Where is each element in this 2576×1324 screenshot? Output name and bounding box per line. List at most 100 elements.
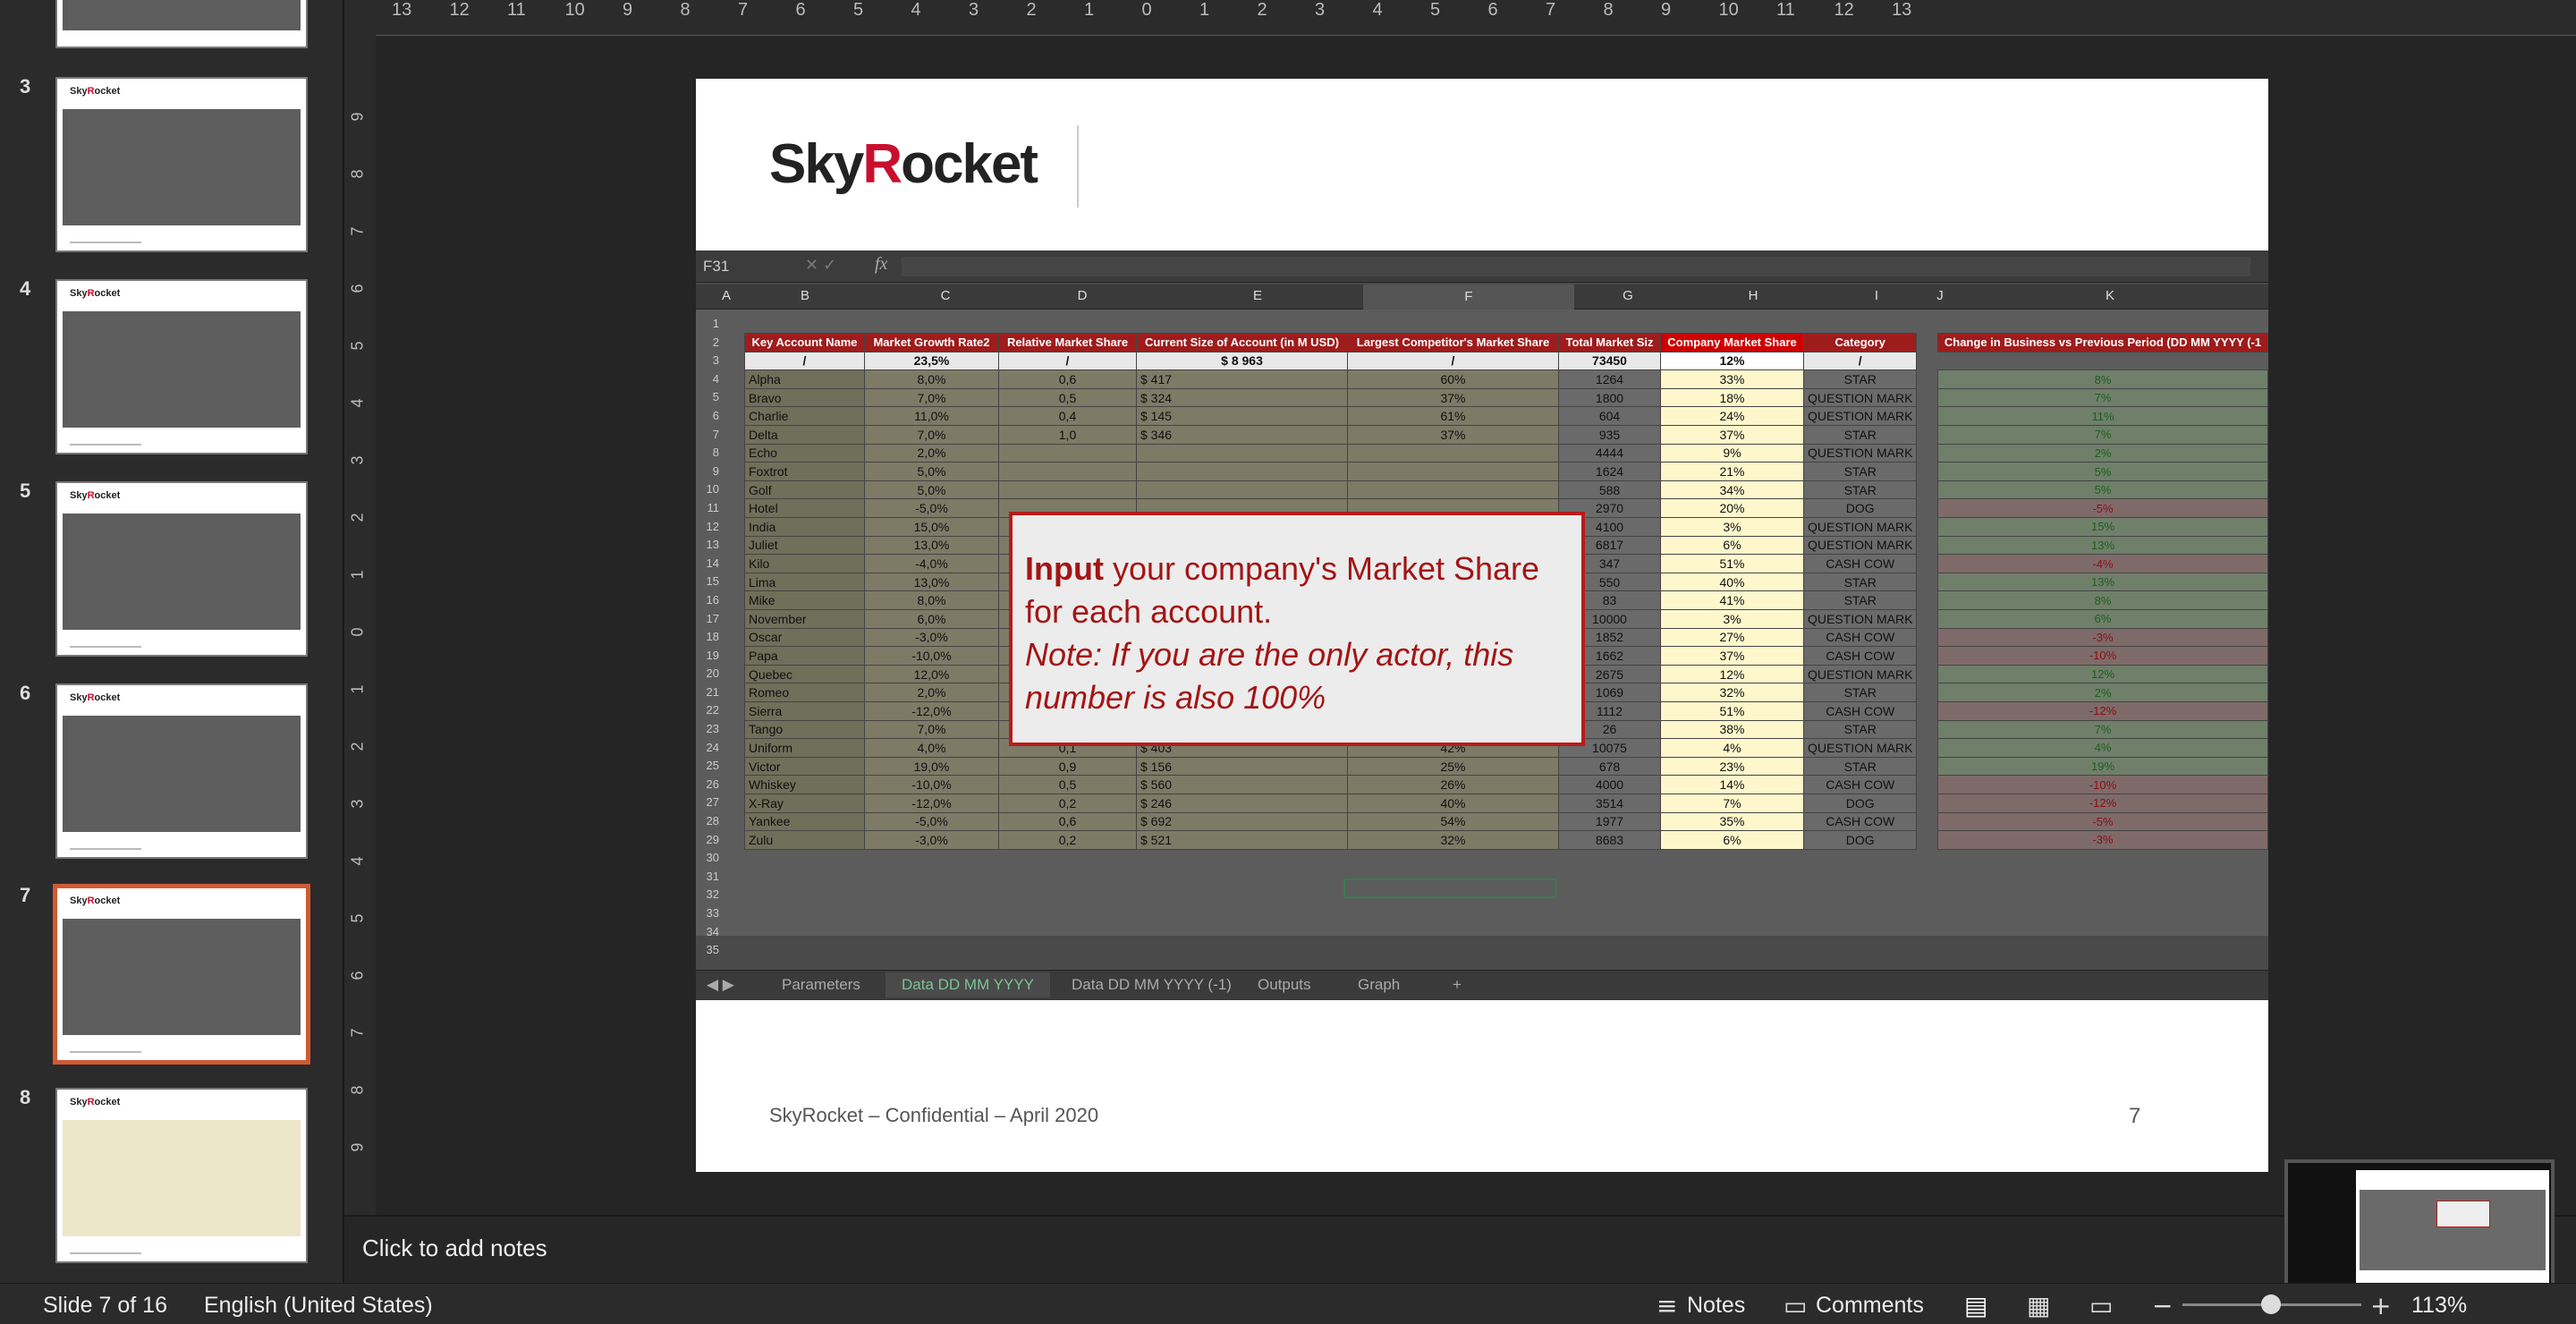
table-cell[interactable]: QUESTION MARK [1802,535,1918,556]
sheet-tab[interactable]: Data DD MM YYYY [886,972,1051,997]
table-cell[interactable]: 40% [1347,793,1559,813]
k-cell[interactable]: 11% [1937,406,2268,427]
table-cell[interactable]: 51% [1660,554,1804,573]
slide-thumbnail-8[interactable]: SkyRocket [55,1088,308,1263]
table-cell[interactable]: 41% [1660,590,1804,610]
total-cell[interactable]: / [744,351,865,371]
table-cell[interactable] [1347,462,1559,481]
row-number[interactable]: 12 [696,518,723,537]
k-cell[interactable]: 19% [1937,756,2268,777]
row-number[interactable]: 1 [696,315,723,334]
table-cell[interactable]: STAR [1802,572,1918,592]
k-cell[interactable]: 8% [1937,369,2268,389]
table-cell[interactable]: 13,0% [864,572,999,592]
table-cell[interactable]: 0,6 [998,369,1137,389]
k-cell[interactable]: -4% [1937,554,2268,573]
table-cell[interactable]: $ 346 [1136,425,1348,445]
table-cell[interactable]: 37% [1660,646,1804,666]
row-number[interactable]: 24 [696,739,723,758]
table-cell[interactable]: -10,0% [864,646,999,666]
table-cell[interactable] [1347,443,1559,463]
table-cell[interactable]: 3514 [1558,793,1661,813]
table-cell[interactable]: Golf [744,480,865,500]
k-cell[interactable]: 7% [1937,719,2268,740]
table-cell[interactable]: 7% [1660,793,1804,813]
table-cell[interactable]: -12,0% [864,700,999,721]
column-header[interactable]: E [1152,288,1363,303]
table-cell[interactable]: 8,0% [864,369,999,389]
table-cell[interactable]: 0,2 [998,793,1137,813]
table-cell[interactable]: STAR [1802,756,1918,777]
total-cell[interactable]: $ 8 963 [1136,351,1348,371]
table-cell[interactable]: 38% [1660,719,1804,740]
table-cell[interactable] [998,443,1137,463]
row-number[interactable]: 35 [696,941,723,960]
table-cell[interactable] [998,480,1137,500]
notes-button[interactable]: Notes [1687,1293,1745,1319]
table-cell[interactable]: Bravo [744,387,865,408]
table-cell[interactable] [1136,480,1348,500]
table-cell[interactable]: 4000 [1558,775,1661,794]
table-cell[interactable]: 18% [1660,387,1804,408]
table-cell[interactable]: 15,0% [864,517,999,537]
table-cell[interactable]: 11,0% [864,406,999,427]
table-cell[interactable]: CASH COW [1802,775,1918,794]
column-header[interactable]: H [1682,288,1825,303]
table-cell[interactable]: DOG [1802,830,1918,850]
table-cell[interactable]: CASH COW [1802,646,1918,666]
table-cell[interactable]: Echo [744,443,865,463]
table-cell[interactable]: 34% [1660,480,1804,500]
table-cell[interactable] [1347,480,1559,500]
row-number[interactable]: 17 [696,610,723,629]
row-number[interactable]: 3 [696,352,723,370]
table-cell[interactable]: 12% [1660,664,1804,684]
table-cell[interactable]: 1264 [1558,369,1661,389]
table-cell[interactable]: 37% [1660,425,1804,445]
table-cell[interactable]: 14% [1660,775,1804,794]
table-cell[interactable]: $ 521 [1136,830,1348,850]
slide-thumbnail-2[interactable] [55,0,308,48]
k-cell[interactable]: 6% [1937,609,2268,629]
table-cell[interactable]: STAR [1802,480,1918,500]
row-number[interactable]: 22 [696,701,723,720]
table-cell[interactable]: 0,5 [998,775,1137,794]
table-cell[interactable]: 54% [1347,811,1559,832]
table-cell[interactable]: 7,0% [864,719,999,740]
row-number[interactable]: 2 [696,334,723,352]
table-cell[interactable] [1136,443,1348,463]
table-cell[interactable] [998,462,1137,481]
table-cell[interactable]: 3% [1660,517,1804,537]
table-cell[interactable]: 935 [1558,425,1661,445]
table-cell[interactable] [1136,462,1348,481]
table-cell[interactable]: Kilo [744,554,865,573]
table-cell[interactable]: 27% [1660,627,1804,648]
table-cell[interactable]: CASH COW [1802,700,1918,721]
presenter-view-icon[interactable]: ▭ [2089,1291,2113,1320]
k-cell[interactable]: 8% [1937,590,2268,610]
total-cell[interactable]: 12% [1660,351,1804,371]
table-cell[interactable]: 4444 [1558,443,1661,463]
table-cell[interactable]: QUESTION MARK [1802,664,1918,684]
row-number[interactable]: 9 [696,463,723,481]
k-cell[interactable]: 2% [1937,443,2268,463]
header-cell[interactable]: Category [1802,333,1918,352]
table-cell[interactable]: $ 246 [1136,793,1348,813]
table-cell[interactable]: 25% [1347,756,1559,777]
table-cell[interactable]: 60% [1347,369,1559,389]
header-cell[interactable]: Largest Competitor's Market Share [1347,333,1559,352]
table-cell[interactable]: Charlie [744,406,865,427]
table-cell[interactable]: 40% [1660,572,1804,592]
table-cell[interactable]: 0,2 [998,830,1137,850]
table-cell[interactable]: 0,6 [998,811,1137,832]
table-cell[interactable]: 2,0% [864,683,999,702]
table-cell[interactable]: 4,0% [864,738,999,758]
k-header-cell[interactable]: Change in Business vs Previous Period (D… [1937,333,2268,352]
table-cell[interactable]: Whiskey [744,775,865,794]
table-cell[interactable]: 6,0% [864,609,999,629]
k-cell[interactable]: -10% [1937,775,2268,794]
table-cell[interactable]: 1,0 [998,425,1137,445]
total-cell[interactable]: / [1802,351,1918,371]
column-header[interactable]: A [714,288,739,303]
row-number[interactable]: 23 [696,720,723,739]
table-cell[interactable]: Mike [744,590,865,610]
